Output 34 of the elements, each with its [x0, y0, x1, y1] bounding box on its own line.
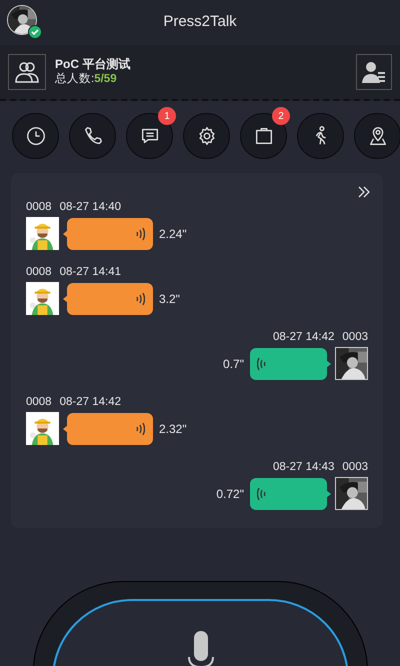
unread-badge: 1 — [158, 107, 176, 125]
group-name: PoC 平台测试 — [55, 57, 130, 72]
group-icon — [14, 60, 40, 84]
message-time: 08-27 14:42 — [273, 330, 334, 345]
voice-duration: 2.24" — [159, 226, 187, 242]
toolbar-button[interactable] — [126, 113, 173, 159]
sender-id: 0008 — [26, 395, 52, 410]
message-time: 08-27 14:40 — [60, 200, 121, 215]
toolbar-button[interactable] — [354, 113, 400, 159]
member-count-label: 总人数: — [55, 72, 94, 87]
group-members-button[interactable] — [8, 54, 46, 90]
toolbar-button[interactable] — [12, 113, 59, 159]
sender-id: 0008 — [26, 200, 52, 215]
message-time: 08-27 14:41 — [60, 265, 121, 280]
expand-icon[interactable] — [358, 186, 371, 198]
toolbar-button[interactable] — [69, 113, 116, 159]
contact-list-icon — [362, 61, 386, 83]
toolbar-button[interactable] — [240, 113, 287, 159]
toolbar-button[interactable] — [183, 113, 230, 159]
app-title: Press2Talk — [163, 12, 237, 32]
voice-duration: 0.72" — [216, 486, 244, 502]
member-count: 5/59 — [94, 72, 117, 87]
contacts-button[interactable] — [356, 54, 392, 90]
toolbar-button[interactable] — [297, 113, 344, 159]
voice-duration: 3.2" — [159, 290, 180, 308]
message-time: 08-27 14:42 — [60, 395, 121, 410]
message-time: 08-27 14:43 — [273, 460, 334, 475]
voice-duration: 2.32" — [159, 420, 187, 438]
voice-duration: 0.7" — [223, 356, 244, 372]
sender-id: 0003 — [342, 330, 368, 345]
clock-icon — [24, 125, 46, 147]
sender-id: 0003 — [342, 460, 368, 475]
unread-badge: 2 — [272, 107, 290, 125]
sender-id: 0008 — [26, 265, 52, 280]
